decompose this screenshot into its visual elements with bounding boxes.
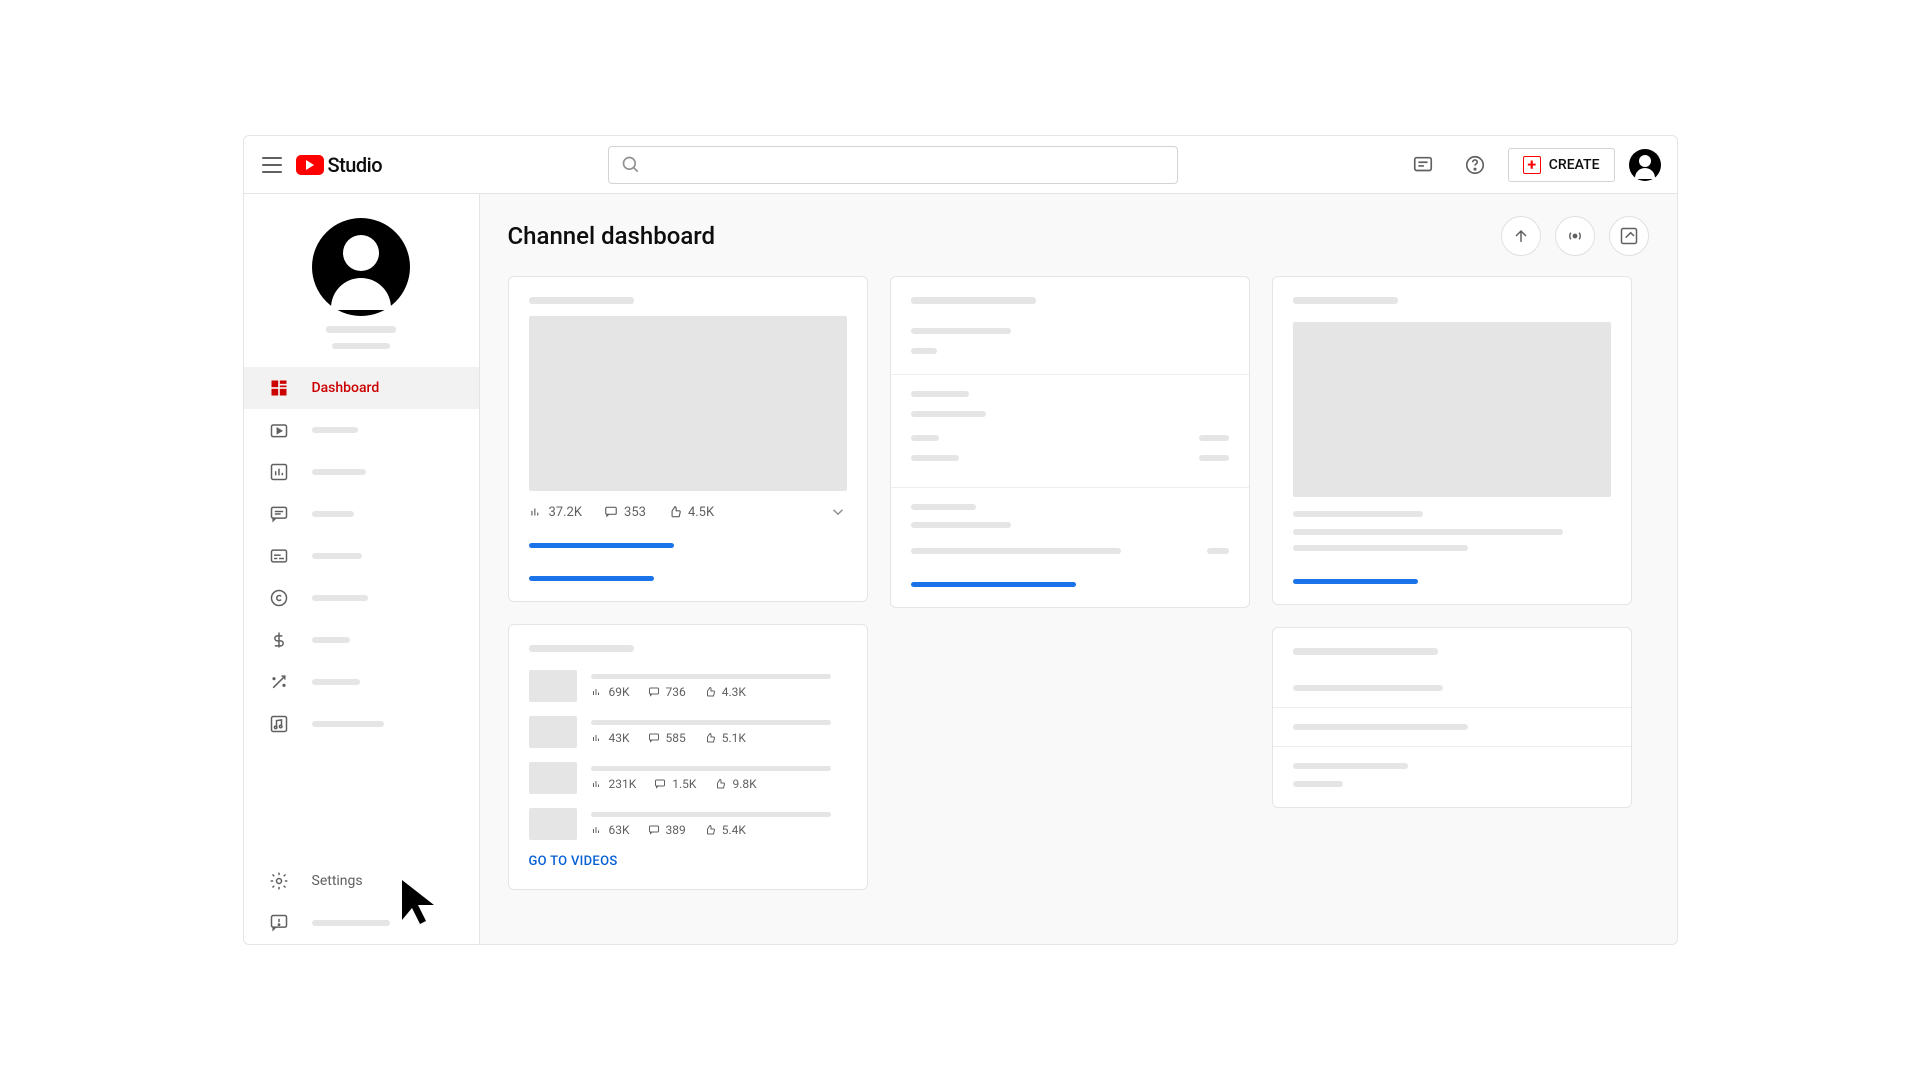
sidebar-item-label: Dashboard <box>312 380 380 396</box>
help-icon[interactable] <box>1456 146 1494 184</box>
insider-card <box>1272 627 1632 808</box>
link-placeholder[interactable] <box>1293 579 1418 584</box>
sidebar: Dashboard <box>244 194 480 944</box>
page-title: Channel dashboard <box>508 222 716 250</box>
upload-button[interactable] <box>1501 216 1541 256</box>
go-to-videos-link[interactable]: GO TO VIDEOS <box>529 854 847 869</box>
video-list-row[interactable]: 63K 389 5.4K <box>529 808 847 840</box>
sidebar-item-dashboard[interactable]: Dashboard <box>244 367 479 409</box>
logo-text: Studio <box>328 153 383 177</box>
link-placeholder[interactable] <box>529 543 674 548</box>
comment-icon <box>604 505 618 519</box>
gear-icon <box>268 870 290 892</box>
video-thumb-small <box>529 762 577 794</box>
topbar: Studio + CREATE <box>244 136 1677 194</box>
analytics-card <box>890 276 1250 608</box>
magic-wand-icon <box>268 671 290 693</box>
news-card <box>1272 276 1632 605</box>
content-icon <box>268 419 290 441</box>
create-button[interactable]: + CREATE <box>1508 148 1615 182</box>
video-list-row[interactable]: 69K 736 4.3K <box>529 670 847 702</box>
video-list-row[interactable]: 43K 585 5.1K <box>529 716 847 748</box>
sidebar-item-audio[interactable] <box>244 703 479 745</box>
create-label: CREATE <box>1549 157 1600 173</box>
sidebar-item-comments[interactable] <box>244 493 479 535</box>
sidebar-item-settings[interactable]: Settings <box>244 860 479 902</box>
comments-icon <box>268 503 290 525</box>
video-thumb-small <box>529 808 577 840</box>
go-live-button[interactable] <box>1555 216 1595 256</box>
copyright-icon <box>268 587 290 609</box>
sidebar-item-feedback[interactable] <box>244 902 479 944</box>
like-icon <box>668 505 682 519</box>
search-input[interactable] <box>608 146 1178 184</box>
sidebar-item-earn[interactable] <box>244 619 479 661</box>
create-plus-icon: + <box>1523 156 1541 174</box>
channel-name-placeholder <box>326 326 396 333</box>
video-list-row[interactable]: 231K 1.5K 9.8K <box>529 762 847 794</box>
video-thumb-small <box>529 716 577 748</box>
chat-help-icon[interactable] <box>1404 146 1442 184</box>
video-thumbnail[interactable] <box>529 316 847 491</box>
sidebar-item-analytics[interactable] <box>244 451 479 493</box>
likes-stat: 4.5K <box>668 505 714 520</box>
dashboard-icon <box>268 377 290 399</box>
link-placeholder[interactable] <box>911 582 1076 587</box>
studio-logo[interactable]: Studio <box>296 153 383 177</box>
sidebar-item-subtitles[interactable] <box>244 535 479 577</box>
expand-toggle[interactable] <box>829 503 847 521</box>
published-videos-card: 69K 736 4.3K 43K 585 5.1K 231K 1.5K 9.8K <box>508 624 868 890</box>
channel-handle-placeholder <box>332 343 390 349</box>
channel-avatar[interactable] <box>312 218 410 316</box>
video-thumb-small <box>529 670 577 702</box>
sidebar-item-label: Settings <box>312 873 363 889</box>
comments-stat: 353 <box>604 505 646 520</box>
search-icon <box>621 155 641 175</box>
analytics-icon <box>268 461 290 483</box>
sidebar-item-copyright[interactable] <box>244 577 479 619</box>
views-icon <box>529 505 543 519</box>
latest-video-card: 37.2K 353 4.5K <box>508 276 868 602</box>
subtitles-icon <box>268 545 290 567</box>
account-avatar[interactable] <box>1629 149 1661 181</box>
link-placeholder[interactable] <box>529 576 654 581</box>
menu-button[interactable] <box>260 153 284 177</box>
sidebar-item-customization[interactable] <box>244 661 479 703</box>
create-post-button[interactable] <box>1609 216 1649 256</box>
news-image <box>1293 322 1611 497</box>
main-content: Channel dashboard 37.2K <box>480 194 1677 944</box>
feedback-icon <box>268 912 290 934</box>
views-stat: 37.2K <box>529 505 583 520</box>
audio-library-icon <box>268 713 290 735</box>
sidebar-item-content[interactable] <box>244 409 479 451</box>
dollar-icon <box>268 629 290 651</box>
youtube-play-icon <box>296 155 324 175</box>
chevron-down-icon <box>829 503 847 521</box>
